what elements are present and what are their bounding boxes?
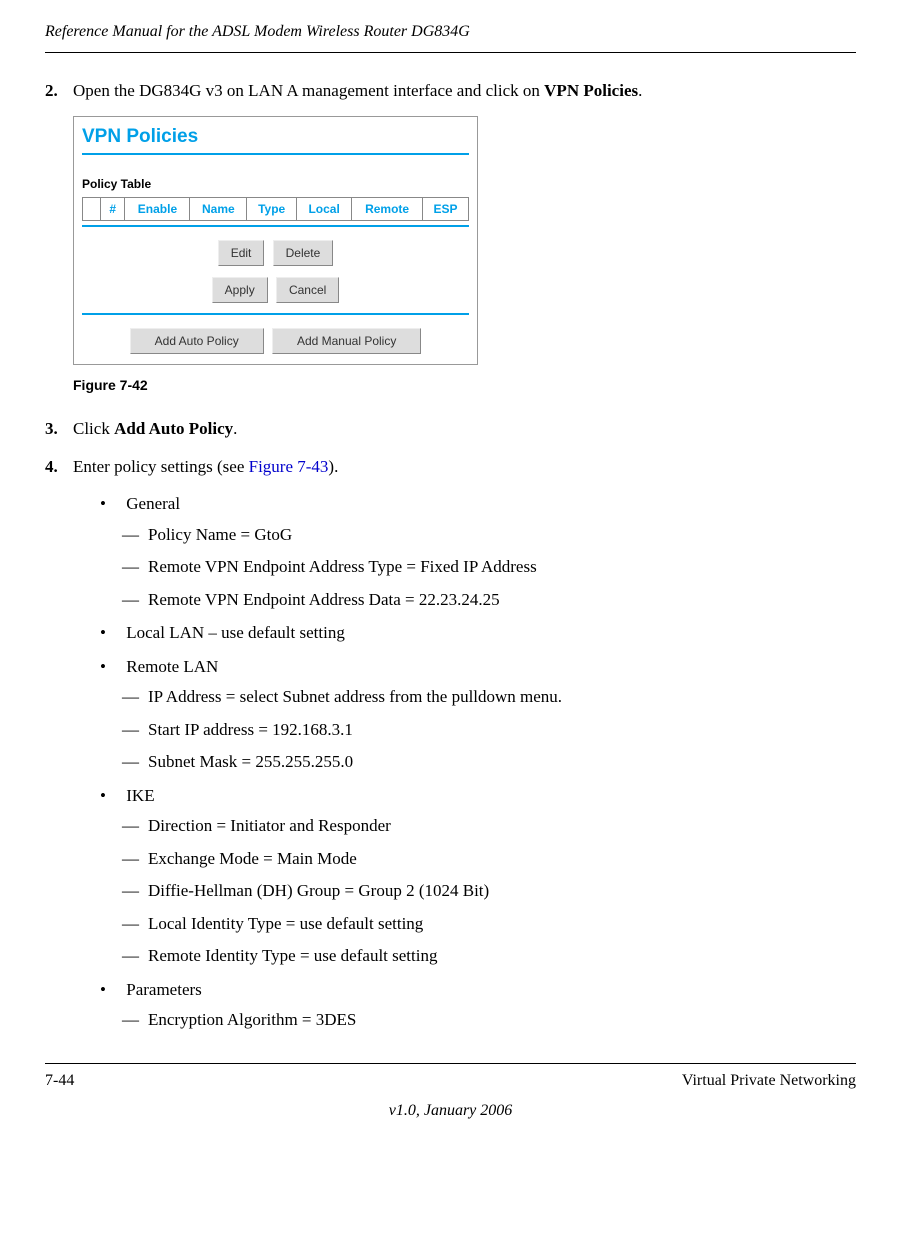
bullet-label: Local LAN – use default setting (126, 623, 345, 642)
ike-sublist: Direction = Initiator and Responder Exch… (122, 813, 856, 969)
col-enable: Enable (125, 198, 190, 221)
settings-list: General Policy Name = GtoG Remote VPN En… (100, 491, 856, 1033)
footer-divider (45, 1063, 856, 1064)
col-type: Type (247, 198, 297, 221)
cancel-button[interactable]: Cancel (276, 277, 339, 303)
dash-item: Remote VPN Endpoint Address Data = 22.23… (122, 587, 856, 613)
delete-button[interactable]: Delete (273, 240, 334, 266)
step-prefix: Open the DG834G v3 on LAN A management i… (73, 81, 544, 100)
step-text: Enter policy settings (see Figure 7-43). (73, 454, 856, 480)
col-remote: Remote (352, 198, 423, 221)
page-number: 7-44 (45, 1069, 74, 1093)
step-prefix: Click (73, 419, 114, 438)
bullet-local-lan: Local LAN – use default setting (100, 620, 856, 646)
dash-item: Remote Identity Type = use default setti… (122, 943, 856, 969)
dash-text: Local Identity Type = use default settin… (148, 914, 423, 933)
divider (82, 313, 469, 315)
version-info: v1.0, January 2006 (45, 1099, 856, 1123)
vpn-policies-panel: VPN Policies Policy Table # Enable Name … (73, 116, 478, 366)
step-bold: VPN Policies (544, 81, 638, 100)
button-row-3: Add Auto Policy Add Manual Policy (82, 327, 469, 354)
button-row-1: Edit Delete (82, 239, 469, 266)
dash-text: Start IP address = 192.168.3.1 (148, 720, 353, 739)
parameters-sublist: Encryption Algorithm = 3DES (122, 1007, 856, 1033)
footer-row: 7-44 Virtual Private Networking (45, 1069, 856, 1093)
step-number: 2. (45, 78, 73, 104)
bullet-ike: IKE Direction = Initiator and Responder … (100, 783, 856, 969)
dash-text: Remote Identity Type = use default setti… (148, 946, 437, 965)
dash-text: Remote VPN Endpoint Address Type = Fixed… (148, 557, 537, 576)
dash-text: Diffie-Hellman (DH) Group = Group 2 (102… (148, 881, 489, 900)
col-blank (83, 198, 101, 221)
col-local: Local (297, 198, 352, 221)
page-footer: 7-44 Virtual Private Networking v1.0, Ja… (45, 1063, 856, 1123)
add-manual-policy-button[interactable]: Add Manual Policy (272, 328, 421, 354)
dash-item: IP Address = select Subnet address from … (122, 684, 856, 710)
divider (82, 225, 469, 227)
step-suffix: . (638, 81, 642, 100)
dash-item: Policy Name = GtoG (122, 522, 856, 548)
add-auto-policy-button[interactable]: Add Auto Policy (130, 328, 264, 354)
step-number: 4. (45, 454, 73, 480)
step-text: Open the DG834G v3 on LAN A management i… (73, 78, 856, 104)
step-bold: Add Auto Policy (114, 419, 233, 438)
header-divider (45, 52, 856, 53)
general-sublist: Policy Name = GtoG Remote VPN Endpoint A… (122, 522, 856, 613)
step-suffix: ). (328, 457, 338, 476)
dash-item: Diffie-Hellman (DH) Group = Group 2 (102… (122, 878, 856, 904)
dash-item: Start IP address = 192.168.3.1 (122, 717, 856, 743)
bullet-label: Parameters (126, 980, 202, 999)
dash-text: IP Address = select Subnet address from … (148, 687, 562, 706)
bullet-remote-lan: Remote LAN IP Address = select Subnet ad… (100, 654, 856, 775)
manual-header-title: Reference Manual for the ADSL Modem Wire… (45, 20, 856, 44)
step-3: 3. Click Add Auto Policy. (45, 416, 856, 442)
figure-caption: Figure 7-42 (73, 375, 856, 396)
dash-item: Direction = Initiator and Responder (122, 813, 856, 839)
dash-item: Encryption Algorithm = 3DES (122, 1007, 856, 1033)
edit-button[interactable]: Edit (218, 240, 265, 266)
step-number: 3. (45, 416, 73, 442)
step-suffix: . (233, 419, 237, 438)
col-name: Name (190, 198, 247, 221)
apply-button[interactable]: Apply (212, 277, 268, 303)
step-prefix: Enter policy settings (see (73, 457, 249, 476)
dash-item: Remote VPN Endpoint Address Type = Fixed… (122, 554, 856, 580)
bullet-label: IKE (126, 786, 154, 805)
step-text: Click Add Auto Policy. (73, 416, 856, 442)
policy-table: # Enable Name Type Local Remote ESP (82, 197, 469, 221)
dash-text: Direction = Initiator and Responder (148, 816, 391, 835)
dash-item: Subnet Mask = 255.255.255.0 (122, 749, 856, 775)
bullet-parameters: Parameters Encryption Algorithm = 3DES (100, 977, 856, 1033)
dash-text: Exchange Mode = Main Mode (148, 849, 357, 868)
dash-text: Policy Name = GtoG (148, 525, 292, 544)
button-row-2: Apply Cancel (82, 276, 469, 303)
policy-table-label: Policy Table (82, 175, 469, 193)
table-header-row: # Enable Name Type Local Remote ESP (83, 198, 469, 221)
col-esp: ESP (422, 198, 468, 221)
dash-text: Remote VPN Endpoint Address Data = 22.23… (148, 590, 500, 609)
dash-text: Encryption Algorithm = 3DES (148, 1010, 356, 1029)
dash-item: Exchange Mode = Main Mode (122, 846, 856, 872)
col-num: # (101, 198, 125, 221)
bullet-general: General Policy Name = GtoG Remote VPN En… (100, 491, 856, 612)
figure-vpn-policies: VPN Policies Policy Table # Enable Name … (73, 116, 856, 366)
bullet-label: Remote LAN (126, 657, 218, 676)
dash-item: Local Identity Type = use default settin… (122, 911, 856, 937)
dash-text: Subnet Mask = 255.255.255.0 (148, 752, 353, 771)
section-title: Virtual Private Networking (682, 1069, 856, 1093)
step-4: 4. Enter policy settings (see Figure 7-4… (45, 454, 856, 480)
remote-lan-sublist: IP Address = select Subnet address from … (122, 684, 856, 775)
figure-link[interactable]: Figure 7-43 (249, 457, 329, 476)
vpn-panel-title: VPN Policies (82, 123, 469, 156)
bullet-label: General (126, 494, 180, 513)
step-2: 2. Open the DG834G v3 on LAN A managemen… (45, 78, 856, 104)
